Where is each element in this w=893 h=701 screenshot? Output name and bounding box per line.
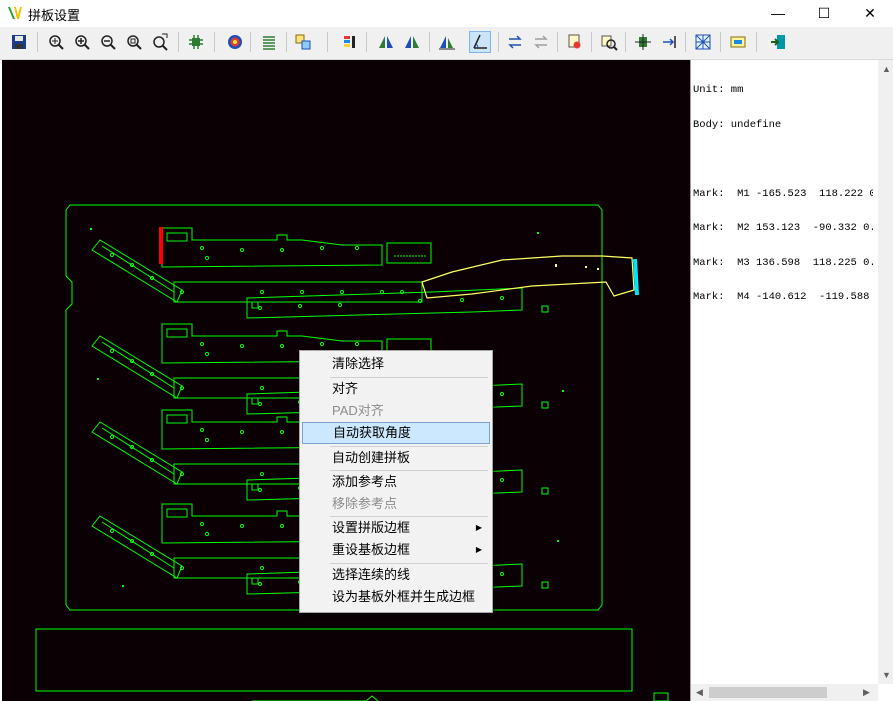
zoom-in-icon[interactable]	[71, 31, 93, 53]
close-button[interactable]: ✕	[847, 0, 893, 26]
pad-icon[interactable]	[564, 31, 586, 53]
info-line: Unit: mm	[693, 84, 744, 96]
vertical-scrollbar[interactable]: ▲ ▼	[878, 60, 893, 684]
info-line: Mark: M1 -165.523 118.222 0.	[693, 187, 873, 200]
move-edge-icon[interactable]	[658, 31, 680, 53]
menu-item-auto-angle[interactable]: 自动获取角度	[302, 422, 490, 444]
toolbar-separator	[591, 32, 592, 52]
menu-item-label: 选择连续的线	[332, 567, 411, 582]
submenu-arrow-icon: ▶	[475, 545, 482, 554]
menu-item-label: 重设基板边框	[332, 542, 411, 557]
toolbar-separator	[37, 32, 38, 52]
align-icon[interactable]	[436, 31, 458, 53]
swap-disabled-icon	[530, 31, 552, 53]
info-line: Mark: M3 136.598 118.225 0.0	[693, 256, 873, 269]
menu-item-label: 自动获取角度	[333, 425, 412, 440]
toolbar-separator	[214, 32, 215, 52]
info-line	[693, 154, 873, 166]
horizontal-scrollbar[interactable]: ◀ ▶	[691, 684, 878, 701]
minimize-icon: —	[771, 5, 785, 21]
toolbar-separator	[498, 32, 499, 52]
zoom-select-icon[interactable]	[149, 31, 171, 53]
target-icon[interactable]	[224, 31, 246, 53]
menu-item-auto-create-panel[interactable]: 自动创建拼板	[302, 447, 490, 469]
context-menu: 清除选择 对齐 PAD对齐 自动获取角度 自动创建拼板 添加参考点 移除参考点 …	[299, 350, 493, 613]
board-icon[interactable]	[727, 31, 749, 53]
horizontal-scroll-thumb[interactable]	[709, 687, 827, 698]
scroll-up-icon[interactable]: ▲	[882, 64, 891, 74]
toolbar-separator	[250, 32, 251, 52]
menu-item-label: 设置拼版边框	[332, 520, 411, 535]
menu-item-label: 移除参考点	[332, 496, 398, 511]
component-icon[interactable]	[185, 31, 207, 53]
toolbar-separator	[178, 32, 179, 52]
title-bar: 拼板设置 — ☐ ✕	[0, 0, 893, 26]
menu-item-label: 添加参考点	[332, 474, 398, 489]
zoom-fit-icon[interactable]	[45, 31, 67, 53]
menu-item-clear-selection[interactable]: 清除选择	[302, 353, 490, 375]
info-line: Body: undefine	[693, 118, 782, 131]
info-panel: Unit: mm Body: undefine Mark: M1 -165.52…	[690, 60, 893, 701]
menu-item-add-reference[interactable]: 添加参考点	[302, 471, 490, 493]
info-text: Unit: mm Body: undefine Mark: M1 -165.52…	[693, 62, 873, 327]
menu-item-remove-reference: 移除参考点	[302, 493, 490, 515]
toolbar-separator	[366, 32, 367, 52]
mirror-left-icon[interactable]	[375, 31, 397, 53]
menu-item-set-panel-border[interactable]: 设置拼版边框 ▶	[302, 517, 490, 539]
menu-item-label: PAD对齐	[332, 403, 384, 418]
toolbar-separator	[720, 32, 721, 52]
toolbar-separator	[429, 32, 430, 52]
zoom-out-icon[interactable]	[97, 31, 119, 53]
menu-item-pad-align: PAD对齐	[302, 400, 490, 422]
toolbar-separator	[685, 32, 686, 52]
minimize-button[interactable]: —	[755, 0, 801, 26]
submenu-arrow-icon: ▶	[475, 523, 482, 532]
mirror-right-icon[interactable]	[401, 31, 423, 53]
color-icon[interactable]	[339, 31, 361, 53]
layers-icon[interactable]	[258, 31, 280, 53]
angle-icon[interactable]	[469, 31, 491, 53]
right-mark	[633, 258, 639, 296]
menu-item-select-continuous-lines[interactable]: 选择连续的线	[302, 564, 490, 586]
exit-icon[interactable]	[767, 31, 789, 53]
toolbar-separator	[756, 32, 757, 52]
grid-icon[interactable]	[692, 31, 714, 53]
close-icon: ✕	[864, 4, 876, 21]
swap-icon[interactable]	[504, 31, 526, 53]
replace-icon[interactable]	[598, 31, 620, 53]
toolbar-separator	[327, 32, 328, 52]
menu-item-align[interactable]: 对齐	[302, 378, 490, 400]
bottom-frame	[35, 628, 633, 692]
menu-item-set-substrate-outline[interactable]: 设为基板外框并生成边框	[302, 586, 490, 608]
menu-item-label: 设为基板外框并生成边框	[332, 589, 476, 604]
info-line: Mark: M2 153.123 -90.332 0.0	[693, 222, 873, 234]
menu-item-reset-substrate-border[interactable]: 重设基板边框 ▶	[302, 539, 490, 561]
menu-item-label: 清除选择	[332, 356, 385, 371]
toolbar-separator	[557, 32, 558, 52]
scroll-down-icon[interactable]: ▼	[882, 670, 891, 680]
maximize-button[interactable]: ☐	[801, 0, 847, 26]
scroll-left-icon[interactable]: ◀	[696, 687, 703, 698]
menu-item-label: 自动创建拼板	[332, 450, 411, 465]
toolbar	[0, 27, 893, 60]
save-icon[interactable]	[8, 31, 30, 53]
toolbar-separator	[286, 32, 287, 52]
copy-icon[interactable]	[292, 31, 314, 53]
maximize-icon: ☐	[817, 4, 831, 21]
zoom-window-icon[interactable]	[123, 31, 145, 53]
window-title: 拼板设置	[28, 8, 81, 23]
scroll-right-icon[interactable]: ▶	[863, 687, 870, 698]
app-logo-icon	[8, 7, 22, 19]
center-icon[interactable]	[632, 31, 654, 53]
info-line: Mark: M4 -140.612 -119.588 0	[693, 291, 873, 303]
toolbar-separator	[625, 32, 626, 52]
menu-item-label: 对齐	[332, 381, 359, 396]
